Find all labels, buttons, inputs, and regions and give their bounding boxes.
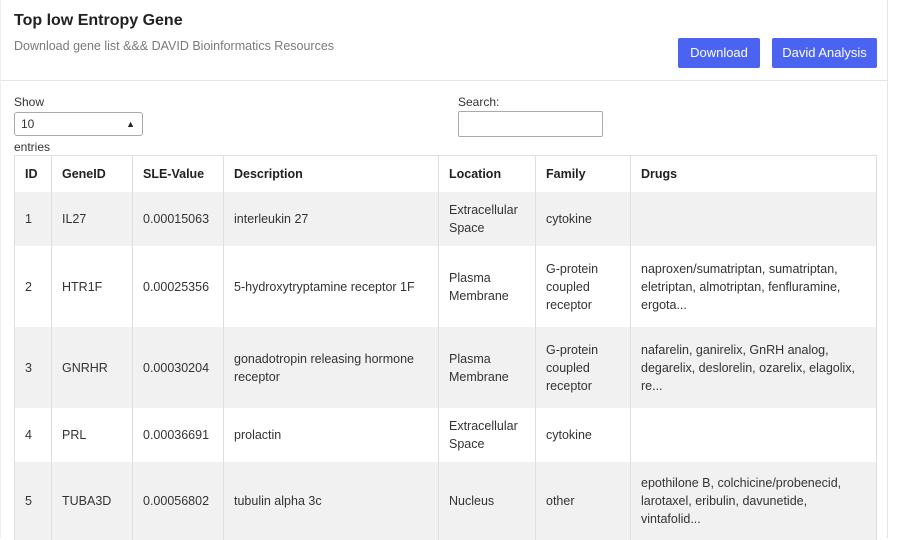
cell-drugs [630,192,877,246]
cell-location: Nucleus [438,462,536,540]
card-header: Top low Entropy Gene Download gene list … [1,0,888,81]
table-row: 3 GNRHR 0.00030204 gonadotropin releasin… [14,327,877,408]
cell-id: 3 [14,327,52,408]
column-header-family[interactable]: Family [535,155,631,192]
cell-id: 4 [14,408,52,462]
cell-sle-value: 0.00015063 [132,192,224,246]
column-header-sle-value[interactable]: SLE-Value [132,155,224,192]
cell-family: cytokine [535,192,631,246]
card-title: Top low Entropy Gene [14,12,183,29]
cell-sle-value: 0.00025356 [132,246,224,327]
cell-description: prolactin [223,408,439,462]
table-row: 5 TUBA3D 0.00056802 tubulin alpha 3c Nuc… [14,462,877,540]
table-row: 1 IL27 0.00015063 interleukin 27 Extrace… [14,192,877,246]
david-analysis-button[interactable]: David Analysis [772,38,877,68]
cell-location: Extracellular Space [438,192,536,246]
page-size-value: 10 [21,117,35,131]
table-header-row: ID GeneID SLE-Value Description Location… [14,155,877,192]
cell-description: tubulin alpha 3c [223,462,439,540]
cell-family: G-protein coupled receptor [535,246,631,327]
cell-family: G-protein coupled receptor [535,327,631,408]
cell-geneid: PRL [51,408,133,462]
cell-drugs: naproxen/sumatriptan, sumatriptan, eletr… [630,246,877,327]
cell-geneid: HTR1F [51,246,133,327]
show-label: Show [14,95,45,109]
cell-drugs: epothilone B, colchicine/probenecid, lar… [630,462,877,540]
cell-location: Plasma Membrane [438,246,536,327]
sort-arrows-icon: ▲ [126,119,135,129]
search-label: Search: [458,95,500,109]
cell-id: 5 [14,462,52,540]
card-subtitle: Download gene list &&& DAVID Bioinformat… [14,39,335,53]
table-row: 4 PRL 0.00036691 prolactin Extracellular… [14,408,877,462]
cell-family: other [535,462,631,540]
column-header-drugs[interactable]: Drugs [630,155,877,192]
cell-location: Extracellular Space [438,408,536,462]
cell-description: interleukin 27 [223,192,439,246]
gene-card: Top low Entropy Gene Download gene list … [0,0,888,540]
entries-label: entries [14,140,51,154]
column-header-description[interactable]: Description [223,155,439,192]
page-size-select[interactable]: 10 ▲ [14,112,143,136]
column-header-id[interactable]: ID [14,155,52,192]
cell-geneid: IL27 [51,192,133,246]
cell-sle-value: 0.00036691 [132,408,224,462]
cell-geneid: GNRHR [51,327,133,408]
column-header-geneid[interactable]: GeneID [51,155,133,192]
cell-description: gonadotropin releasing hormone receptor [223,327,439,408]
cell-description: 5-hydroxytryptamine receptor 1F [223,246,439,327]
download-button[interactable]: Download [678,38,760,68]
cell-drugs: nafarelin, ganirelix, GnRH analog, degar… [630,327,877,408]
gene-table: ID GeneID SLE-Value Description Location… [14,155,877,540]
cell-sle-value: 0.00056802 [132,462,224,540]
cell-location: Plasma Membrane [438,327,536,408]
cell-sle-value: 0.00030204 [132,327,224,408]
cell-id: 2 [14,246,52,327]
cell-geneid: TUBA3D [51,462,133,540]
cell-family: cytokine [535,408,631,462]
table-row: 2 HTR1F 0.00025356 5-hydroxytryptamine r… [14,246,877,327]
cell-drugs [630,408,877,462]
search-input[interactable] [458,111,603,137]
column-header-location[interactable]: Location [438,155,536,192]
cell-id: 1 [14,192,52,246]
